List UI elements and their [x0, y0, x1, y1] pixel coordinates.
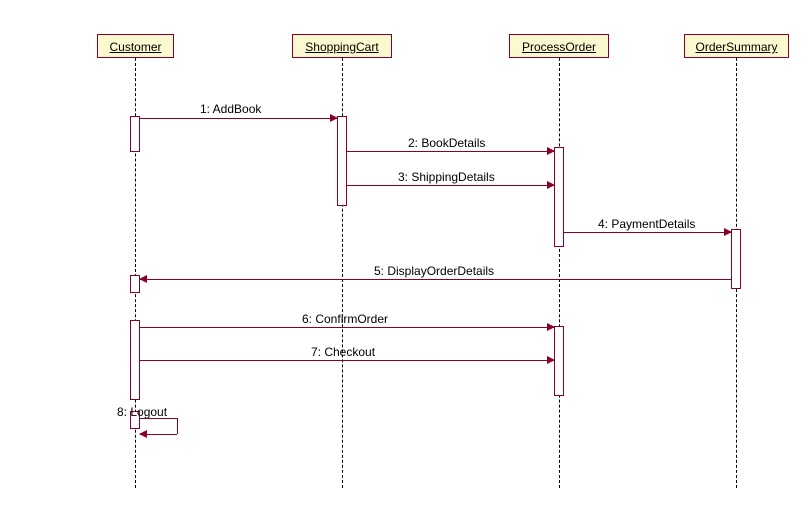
message-arrow	[140, 279, 731, 280]
message-arrow	[347, 151, 554, 152]
participant-process: ProcessOrder	[509, 34, 609, 58]
activation	[554, 326, 564, 396]
participant-cart: ShoppingCart	[292, 34, 392, 58]
participant-label: OrderSummary	[695, 40, 777, 54]
activation	[337, 116, 347, 206]
self-message	[140, 418, 177, 420]
activation	[554, 147, 564, 247]
message-label: 8: Logout	[117, 405, 167, 419]
activation	[130, 116, 140, 152]
message-arrow	[564, 232, 731, 233]
activation	[731, 229, 741, 289]
message-label: 6: ConfirmOrder	[302, 312, 388, 326]
arrowhead-icon	[139, 430, 147, 438]
participant-summary: OrderSummary	[684, 34, 789, 58]
message-label: 3: ShippingDetails	[398, 170, 495, 184]
message-label: 1: AddBook	[200, 102, 261, 116]
lifeline-process	[559, 58, 560, 488]
message-label: 5: DisplayOrderDetails	[374, 264, 494, 278]
participant-customer: Customer	[97, 34, 174, 58]
message-arrow	[347, 185, 554, 186]
self-message	[176, 418, 178, 434]
message-arrow	[140, 118, 337, 119]
participant-label: ShoppingCart	[305, 40, 378, 54]
message-arrow	[140, 360, 554, 361]
message-label: 2: BookDetails	[408, 136, 485, 150]
message-arrow	[140, 327, 554, 328]
activation	[130, 320, 140, 400]
participant-label: Customer	[109, 40, 161, 54]
sequence-diagram: Customer ShoppingCart ProcessOrder Order…	[0, 0, 811, 516]
participant-label: ProcessOrder	[522, 40, 596, 54]
message-label: 4: PaymentDetails	[598, 217, 695, 231]
message-label: 7: Checkout	[311, 345, 375, 359]
